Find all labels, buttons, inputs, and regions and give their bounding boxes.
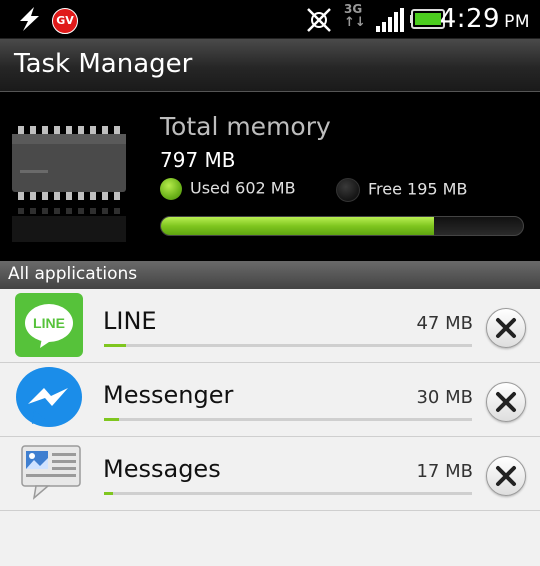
page-title: Task Manager: [14, 49, 193, 79]
close-icon: [496, 318, 516, 338]
app-size: 17 MB: [416, 461, 473, 482]
clock-time: 4:29: [439, 4, 501, 34]
app-size: 30 MB: [416, 387, 473, 408]
gv-label: GV: [56, 14, 74, 27]
svg-text:LINE: LINE: [33, 315, 65, 331]
app-name: LINE: [103, 307, 157, 335]
app-size: 47 MB: [416, 313, 473, 334]
legend-free: Free 195 MB: [336, 178, 467, 202]
used-label: Used 602 MB: [190, 178, 296, 198]
network-3g-icon: 3G ↑↓: [344, 2, 366, 30]
clock-ampm: PM: [504, 12, 530, 32]
app-usage-fill: [104, 344, 127, 347]
memory-panel: Total memory 797 MB Used 602 MB Free 195…: [0, 92, 540, 260]
network-label: 3G: [344, 2, 363, 16]
app-row-line[interactable]: LINE LINE 47 MB: [0, 289, 540, 363]
app-usage-bar: [104, 492, 472, 495]
app-usage-fill: [104, 418, 119, 421]
flash-icon: [20, 7, 39, 31]
close-app-button[interactable]: [486, 456, 526, 496]
sync-off-icon: [307, 8, 331, 32]
memory-usage-bar: [160, 216, 524, 236]
messages-icon: [21, 445, 81, 500]
clock: 4:29 PM: [440, 4, 530, 34]
app-usage-fill: [104, 492, 114, 495]
memory-title: Total memory: [160, 112, 331, 141]
data-arrows-icon: ↑↓: [344, 15, 366, 30]
app-name: Messenger: [103, 381, 234, 409]
free-label: Free 195 MB: [368, 179, 468, 199]
signal-icon: [376, 8, 404, 32]
section-header: All applications: [0, 261, 540, 289]
app-row-messages[interactable]: Messages 17 MB: [0, 437, 540, 511]
gv-icon: GV: [52, 8, 78, 34]
messenger-icon: [16, 367, 82, 427]
app-usage-bar: [104, 344, 472, 347]
close-app-button[interactable]: [486, 308, 526, 348]
app-list: LINE LINE 47 MB Messenger 30 MB Messages…: [0, 289, 540, 566]
app-row-messenger[interactable]: Messenger 30 MB: [0, 363, 540, 437]
line-icon: LINE: [15, 293, 83, 357]
free-dot-icon: [336, 178, 360, 202]
status-bar: GV 3G ↑↓ 4:29 PM: [0, 0, 540, 39]
close-app-button[interactable]: [486, 382, 526, 422]
legend-used: Used 602 MB: [160, 178, 296, 200]
title-bar: Task Manager: [0, 39, 540, 92]
memory-total: 797 MB: [160, 148, 236, 172]
memory-chip-icon: [12, 126, 126, 242]
section-label: All applications: [8, 264, 138, 284]
memory-usage-fill: [161, 217, 435, 235]
close-icon: [496, 392, 516, 412]
app-name: Messages: [103, 455, 221, 483]
used-dot-icon: [160, 178, 182, 200]
app-usage-bar: [104, 418, 472, 421]
close-icon: [496, 466, 516, 486]
